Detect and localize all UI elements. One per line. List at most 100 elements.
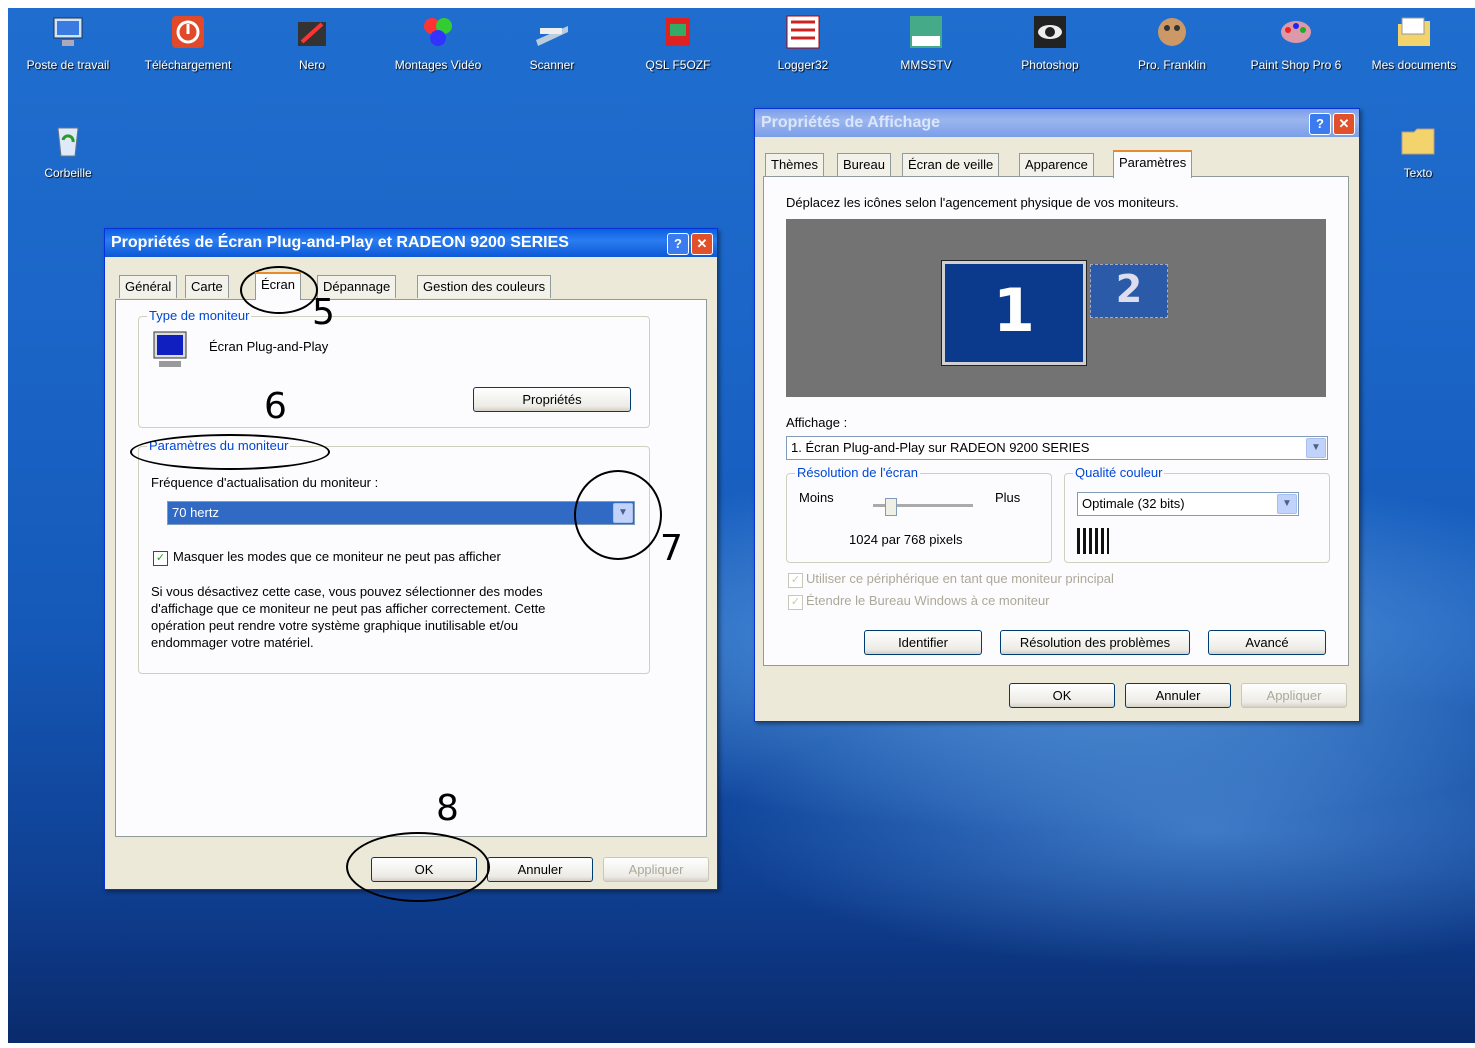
monitor-arrangement-area: 1 2 bbox=[786, 219, 1326, 397]
apply-button[interactable]: Appliquer bbox=[603, 857, 709, 882]
refresh-rate-select[interactable]: 70 hertz ▼ bbox=[167, 501, 635, 525]
extend-desktop-label: Étendre le Bureau Windows à ce moniteur bbox=[806, 593, 1050, 608]
color-bar-icon bbox=[1077, 528, 1109, 554]
hide-modes-checkbox[interactable]: ✓ bbox=[153, 551, 168, 566]
desktop-icon-photoshop[interactable]: Photoshop bbox=[990, 12, 1110, 72]
franklin-icon bbox=[1158, 18, 1186, 46]
advanced-button[interactable]: Avancé bbox=[1208, 630, 1326, 655]
monitor-settings-group: Paramètres du moniteur Fréquence d'actua… bbox=[138, 438, 650, 674]
recycle-bin-icon bbox=[57, 127, 79, 157]
resolution-group-title: Résolution de l'écran bbox=[795, 465, 920, 480]
desktop-icon-corbeille[interactable]: Corbeille bbox=[8, 120, 128, 180]
tab-themes[interactable]: Thèmes bbox=[765, 153, 824, 176]
desktop-icon-nero[interactable]: Nero bbox=[252, 12, 372, 72]
close-button[interactable]: ✕ bbox=[1333, 113, 1355, 135]
annotation-circle-ok-button bbox=[346, 832, 490, 902]
monitor-type-title: Type de moniteur bbox=[147, 308, 252, 323]
desktop: Poste de travail Téléchargement Nero Mon… bbox=[8, 8, 1475, 1043]
warning-line: endommager votre matériel. bbox=[151, 635, 314, 650]
chevron-down-icon[interactable]: ▼ bbox=[1277, 494, 1297, 514]
photoshop-icon bbox=[1034, 16, 1066, 48]
window-title: Propriétés de Écran Plug-and-Play et RAD… bbox=[111, 234, 569, 251]
warning-line: d'affichage que ce moniteur ne peut pas … bbox=[151, 601, 546, 616]
less-label: Moins bbox=[799, 490, 834, 505]
desktop-icon-logger[interactable]: Logger32 bbox=[743, 12, 863, 72]
close-button[interactable]: ✕ bbox=[691, 233, 713, 255]
monitor-properties-titlebar[interactable]: Propriétés de Écran Plug-and-Play et RAD… bbox=[105, 229, 717, 257]
display-tabs: Thèmes Bureau Écran de veille Apparence … bbox=[765, 150, 1345, 178]
monitor-1-tile[interactable]: 1 bbox=[941, 260, 1087, 366]
extend-desktop-checkbox[interactable]: ✓ bbox=[788, 595, 803, 610]
tab-bureau[interactable]: Bureau bbox=[837, 153, 891, 176]
refresh-rate-label: Fréquence d'actualisation du moniteur : bbox=[151, 475, 379, 490]
annotation-number-5: 5 bbox=[312, 292, 335, 333]
warning-line: Si vous désactivez cette case, vous pouv… bbox=[151, 584, 543, 599]
help-button[interactable]: ? bbox=[1309, 113, 1331, 135]
monitor-name: Écran Plug-and-Play bbox=[209, 339, 329, 354]
color-quality-select[interactable]: Optimale (32 bits) ▼ bbox=[1077, 492, 1299, 516]
computer-icon bbox=[53, 17, 83, 46]
ok-button[interactable]: OK bbox=[1009, 683, 1115, 708]
identify-button[interactable]: Identifier bbox=[864, 630, 982, 655]
color-quality-value: Optimale (32 bits) bbox=[1082, 496, 1185, 511]
desktop-icon-scanner[interactable]: Scanner bbox=[492, 12, 612, 72]
monitor-2-tile[interactable]: 2 bbox=[1090, 264, 1168, 318]
display-properties-titlebar[interactable]: Propriétés de Affichage ? ✕ bbox=[755, 109, 1359, 137]
tab-carte[interactable]: Carte bbox=[185, 275, 229, 298]
desktop-icon-mmsstv[interactable]: MMSSTV bbox=[866, 12, 986, 72]
more-label: Plus bbox=[995, 490, 1021, 505]
desktop-icon-franklin[interactable]: Pro. Franklin bbox=[1112, 12, 1232, 72]
refresh-rate-value: 70 hertz bbox=[172, 505, 219, 520]
color-quality-group: Qualité couleur Optimale (32 bits) ▼ bbox=[1064, 465, 1330, 563]
slider-thumb[interactable] bbox=[885, 498, 897, 516]
monitor-2-number: 2 bbox=[1115, 267, 1143, 311]
desktop-icon-documents[interactable]: Mes documents bbox=[1354, 12, 1474, 72]
desktop-icon-qsl[interactable]: QSL F5OZF bbox=[618, 12, 738, 72]
desktop-icon-telechargement[interactable]: Téléchargement bbox=[128, 12, 248, 72]
cancel-button[interactable]: Annuler bbox=[1125, 683, 1231, 708]
desktop-icon-poste[interactable]: Poste de travail bbox=[8, 12, 128, 72]
nero-icon bbox=[298, 22, 326, 46]
desktop-icon-texto[interactable]: Texto bbox=[1358, 120, 1475, 180]
annotation-number-8: 8 bbox=[436, 788, 459, 829]
resolution-group: Résolution de l'écran Moins Plus 1024 pa… bbox=[786, 465, 1052, 563]
settings-panel: Déplacez les icônes selon l'agencement p… bbox=[763, 176, 1349, 666]
display-select[interactable]: 1. Écran Plug-and-Play sur RADEON 9200 S… bbox=[786, 436, 1328, 460]
documents-icon bbox=[1398, 17, 1430, 46]
scanner-icon bbox=[536, 26, 568, 46]
warning-line: opération peut rendre votre système grap… bbox=[151, 618, 519, 633]
hide-modes-label: Masquer les modes que ce moniteur ne peu… bbox=[173, 549, 501, 564]
desktop-icon-montages[interactable]: Montages Vidéo bbox=[378, 12, 498, 72]
monitor-type-group: Type de moniteur Écran Plug-and-Play Pro… bbox=[138, 308, 650, 428]
color-quality-title: Qualité couleur bbox=[1073, 465, 1165, 480]
video-icon bbox=[424, 18, 452, 46]
paintshop-icon bbox=[1281, 21, 1311, 43]
troubleshoot-button[interactable]: Résolution des problèmes bbox=[1000, 630, 1190, 655]
sstv-icon bbox=[910, 16, 942, 48]
desktop-icon-paintshop[interactable]: Paint Shop Pro 6 bbox=[1236, 12, 1356, 72]
window-title: Propriétés de Affichage bbox=[761, 114, 941, 131]
folder-icon bbox=[1401, 128, 1435, 155]
primary-monitor-checkbox[interactable]: ✓ bbox=[788, 573, 803, 588]
tab-ecran[interactable]: Écran bbox=[255, 272, 301, 300]
chevron-down-icon[interactable]: ▼ bbox=[1306, 438, 1326, 458]
display-label: Affichage : bbox=[786, 415, 848, 430]
tab-parametres[interactable]: Paramètres bbox=[1113, 150, 1193, 178]
monitor-tabs: Général Carte Écran Dépannage Gestion de… bbox=[119, 272, 699, 300]
properties-button[interactable]: Propriétés bbox=[473, 387, 631, 412]
tab-gestion-couleurs[interactable]: Gestion des couleurs bbox=[417, 275, 552, 298]
cancel-button[interactable]: Annuler bbox=[487, 857, 593, 882]
tab-apparence[interactable]: Apparence bbox=[1019, 153, 1094, 176]
monitor-1-number: 1 bbox=[993, 276, 1035, 346]
apply-button[interactable]: Appliquer bbox=[1241, 683, 1347, 708]
monitor-icon bbox=[153, 331, 187, 367]
help-button[interactable]: ? bbox=[667, 233, 689, 255]
tab-general[interactable]: Général bbox=[119, 275, 178, 298]
tab-ecran-de-veille[interactable]: Écran de veille bbox=[902, 153, 1000, 176]
qsl-icon bbox=[666, 18, 690, 46]
warning-text: Si vous désactivez cette case, vous pouv… bbox=[151, 583, 545, 651]
primary-monitor-label: Utiliser ce périphérique en tant que mon… bbox=[806, 571, 1114, 586]
resolution-slider[interactable] bbox=[873, 498, 973, 518]
display-properties-window: Propriétés de Affichage ? ✕ Thèmes Burea… bbox=[754, 108, 1360, 722]
download-folder-icon bbox=[172, 16, 204, 48]
